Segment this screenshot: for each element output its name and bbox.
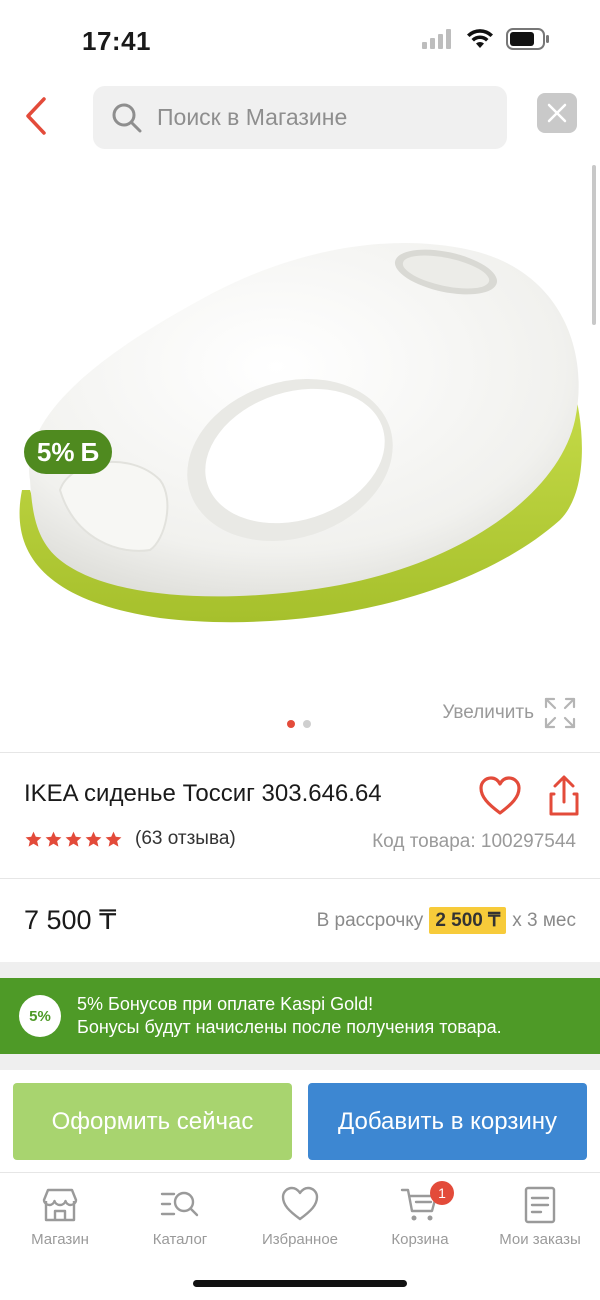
- heart-icon: [281, 1186, 319, 1221]
- installment-amount: 2 500 ₸: [429, 907, 507, 934]
- search-icon: [112, 103, 142, 132]
- share-icon: [549, 775, 579, 816]
- orders-icon: [524, 1186, 556, 1224]
- scroll-indicator: [592, 165, 596, 325]
- close-button[interactable]: [537, 93, 577, 133]
- add-to-cart-button[interactable]: Добавить в корзину: [308, 1083, 587, 1160]
- heart-icon: [479, 776, 521, 815]
- section-separator: [0, 1054, 600, 1070]
- catalog-icon: [160, 1191, 199, 1217]
- bonus-badge-symbol: Б: [80, 436, 100, 467]
- close-icon: [547, 103, 567, 123]
- tab-label: Магазин: [31, 1231, 89, 1248]
- pagination-dot[interactable]: [303, 720, 311, 728]
- image-pagination: [287, 720, 311, 728]
- share-button[interactable]: [546, 774, 582, 818]
- product-sku: Код товара: 100297544: [372, 831, 576, 852]
- favorite-button[interactable]: [478, 776, 522, 820]
- installment-suffix: x 3 мес: [512, 909, 576, 931]
- tab-favorites[interactable]: Избранное: [240, 1185, 360, 1248]
- search-input[interactable]: [157, 104, 477, 131]
- store-icon: [42, 1188, 78, 1222]
- installment-prefix: В рассрочку: [316, 909, 424, 931]
- divider: [0, 878, 600, 879]
- tab-label: Избранное: [261, 1231, 339, 1248]
- review-count[interactable]: (63 отзыва): [135, 828, 236, 850]
- tab-store[interactable]: Магазин: [0, 1185, 120, 1248]
- checkout-now-button[interactable]: Оформить сейчас: [13, 1083, 292, 1160]
- bonus-badge: 5% Б: [24, 430, 112, 474]
- pagination-dot-active[interactable]: [287, 720, 295, 728]
- search-box[interactable]: [93, 86, 507, 149]
- bonus-banner[interactable]: 5% 5% Бонусов при оплате Kaspi Gold! Бон…: [0, 978, 600, 1054]
- cart-icon-wrapper: 1: [400, 1181, 454, 1225]
- star-icon: [25, 831, 42, 847]
- star-icon: [85, 831, 102, 847]
- tab-label: Мои заказы: [499, 1231, 581, 1248]
- bonus-banner-line1: 5% Бонусов при оплате Kaspi Gold!: [77, 994, 374, 1014]
- status-bar: 17:41: [0, 0, 600, 80]
- battery-icon: [506, 28, 549, 50]
- tab-label: Каталог: [152, 1231, 208, 1248]
- bonus-badge-percent: 5%: [36, 436, 75, 467]
- back-button[interactable]: [16, 94, 56, 138]
- tab-orders[interactable]: Мои заказы: [480, 1185, 600, 1248]
- zoom-button[interactable]: Увеличить: [442, 697, 576, 729]
- status-icons: [422, 28, 550, 50]
- divider: [0, 752, 600, 753]
- rating-row[interactable]: (63 отзыва): [24, 828, 236, 850]
- product-title: IKEA сиденье Тоссиг 303.646.64: [24, 780, 382, 807]
- wifi-icon: [467, 29, 493, 48]
- installment-info[interactable]: В рассрочку 2 500 ₸ x 3 мес: [317, 907, 576, 934]
- tab-cart[interactable]: 1 Корзина: [360, 1181, 480, 1248]
- tab-catalog[interactable]: Каталог: [120, 1185, 240, 1248]
- star-icon: [65, 831, 82, 847]
- star-icon: [45, 831, 62, 847]
- expand-icon: [544, 697, 576, 729]
- signal-icon: [422, 29, 451, 49]
- cart-badge: 1: [430, 1181, 454, 1205]
- product-price: 7 500 ₸: [24, 905, 117, 935]
- header: [0, 80, 600, 156]
- star-icon: [105, 831, 122, 847]
- tab-label: Корзина: [391, 1231, 449, 1248]
- section-separator: [0, 962, 600, 978]
- status-time: 17:41: [82, 26, 151, 56]
- bonus-percent-circle: 5%: [19, 995, 61, 1037]
- zoom-label: Увеличить: [442, 702, 534, 723]
- bonus-banner-line2: Бонусы будут начислены после получения т…: [77, 1017, 502, 1037]
- home-indicator: [193, 1280, 407, 1287]
- bonus-banner-text: 5% Бонусов при оплате Kaspi Gold! Бонусы…: [77, 993, 502, 1039]
- rating-stars: [24, 830, 123, 849]
- chevron-left-icon: [26, 97, 46, 135]
